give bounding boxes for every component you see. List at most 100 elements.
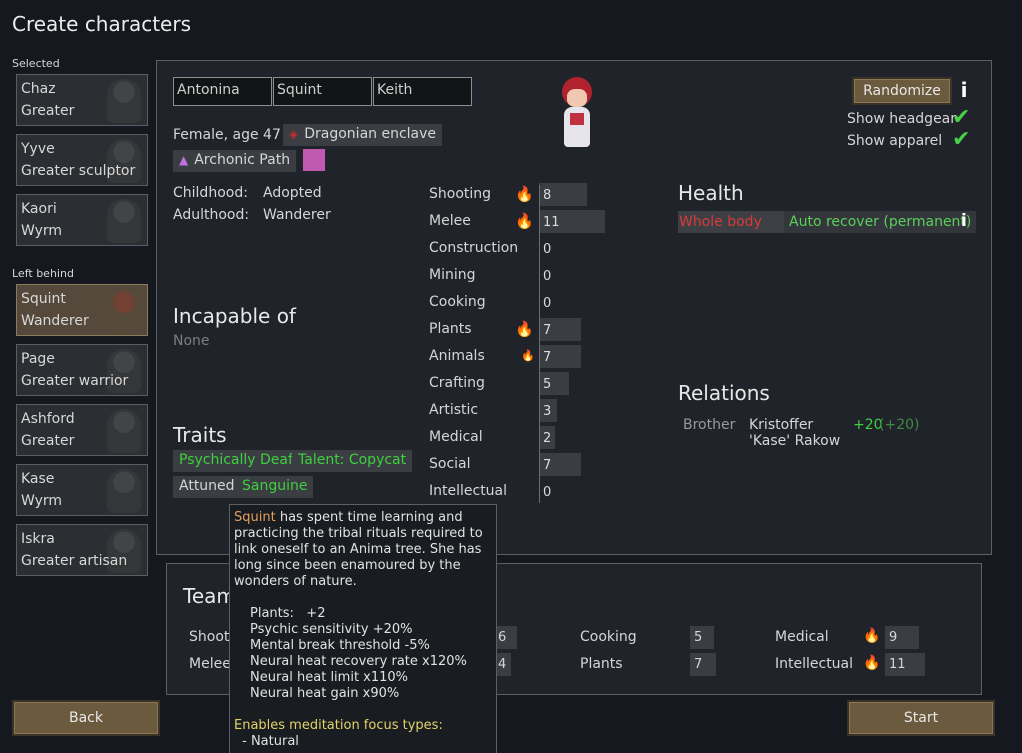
pawn-name: Squint — [21, 291, 66, 307]
incapable-title: Incapable of — [173, 304, 296, 328]
skill-name: Social — [429, 456, 471, 472]
tooltip-effect: Neural heat recovery rate x120% — [250, 654, 467, 669]
team-skill-value: 4 — [495, 653, 511, 676]
passion-major-icon: 🔥 — [515, 185, 534, 203]
tooltip-effect: Mental break threshold -5% — [250, 638, 430, 653]
skill-row[interactable]: Mining 0 — [429, 264, 629, 288]
skill-name: Cooking — [429, 294, 486, 310]
passion-minor-icon: 🔥 — [521, 349, 535, 362]
skill-row[interactable]: Artistic 3 — [429, 399, 629, 423]
team-skill-value: 7 — [690, 653, 716, 676]
tooltip-description: Squint has spent time learning and pract… — [234, 510, 492, 590]
skill-name: Shooting — [429, 186, 492, 202]
trait-chip[interactable]: Talent: Copycat — [292, 450, 413, 472]
passion-major-icon: 🔥 — [863, 655, 881, 671]
pawn-title: Greater warrior — [21, 373, 129, 389]
trait-chip[interactable]: Psychically Deaf — [173, 450, 299, 472]
skill-row[interactable]: Intellectual 0 — [429, 480, 629, 504]
skill-row[interactable]: Crafting 5 — [429, 372, 629, 396]
childhood-label: Childhood: — [173, 185, 248, 201]
left-behind-pawn-card[interactable]: Iskra Greater artisan — [16, 524, 148, 576]
pawn-name: Yyve — [21, 141, 55, 157]
left-behind-pawn-card[interactable]: Kase Wyrm — [16, 464, 148, 516]
skill-row[interactable]: Plants 🔥 7 — [429, 318, 629, 342]
first-name-field[interactable]: Antonina — [173, 77, 272, 106]
skill-row[interactable]: Melee 🔥 11 — [429, 210, 629, 234]
selected-pawn-card[interactable]: Chaz Greater — [16, 74, 148, 126]
show-headgear-label: Show headgear — [847, 111, 957, 127]
team-skill-name: Cooking — [580, 629, 637, 645]
page-title: Create characters — [12, 12, 192, 36]
pawn-title: Wanderer — [21, 313, 89, 329]
adulthood-value[interactable]: Wanderer — [263, 207, 331, 223]
incapable-value: None — [173, 333, 210, 349]
info-icon[interactable]: i — [957, 78, 971, 102]
pawn-title: Greater — [21, 103, 75, 119]
skill-row[interactable]: Cooking 0 — [429, 291, 629, 315]
ideology-label: Archonic Path — [194, 152, 291, 168]
adulthood-label: Adulthood: — [173, 207, 250, 223]
skill-name: Crafting — [429, 375, 485, 391]
relation-name[interactable]: Kristoffer 'Kase' Rakow — [749, 417, 853, 449]
tooltip-effects: Plants: +2 Psychic sensitivity +20% Ment… — [234, 606, 492, 702]
start-button[interactable]: Start — [847, 700, 995, 736]
skill-name: Mining — [429, 267, 476, 283]
skill-name: Plants — [429, 321, 472, 337]
tooltip-effect: Neural heat limit x110% — [250, 670, 409, 685]
skill-name: Artistic — [429, 402, 479, 418]
skill-value: 0 — [543, 485, 552, 500]
selected-pawn-card[interactable]: Kaori Wyrm — [16, 194, 148, 246]
nickname-field[interactable]: Squint — [273, 77, 372, 106]
skill-row[interactable]: Construction 0 — [429, 237, 629, 261]
left-behind-section-label: Left behind — [12, 267, 74, 280]
tooltip-effect: Neural heat gain x90% — [250, 686, 400, 701]
traits-title: Traits — [173, 423, 227, 447]
trait-chip[interactable]: Sanguine — [236, 476, 314, 498]
ideology-chip[interactable]: ▲ Archonic Path — [173, 150, 297, 172]
team-title: Team — [183, 584, 236, 608]
left-behind-pawn-card[interactable]: Ashford Greater — [16, 404, 148, 456]
pawn-title: Greater artisan — [21, 553, 128, 569]
selected-section-label: Selected — [12, 57, 60, 70]
team-skill-name: Plants — [580, 656, 623, 672]
skill-row[interactable]: Animals 🔥 7 — [429, 345, 629, 369]
health-condition: Auto recover (permanent) — [789, 214, 972, 230]
skill-row[interactable]: Shooting 🔥 8 — [429, 183, 629, 207]
left-behind-pawn-card[interactable]: Page Greater warrior — [16, 344, 148, 396]
health-row[interactable]: Whole body Auto recover (permanent) i — [678, 211, 976, 233]
skill-value: 7 — [543, 323, 552, 338]
skill-name: Animals — [429, 348, 485, 364]
ideology-color-swatch[interactable] — [303, 149, 325, 171]
skill-value: 11 — [543, 215, 560, 230]
team-skill-value: 9 — [885, 626, 919, 649]
randomize-button[interactable]: Randomize — [852, 77, 952, 105]
gender-age-label: Female, age 47 — [173, 127, 281, 143]
left-behind-pawn-card[interactable]: Squint Wanderer — [16, 284, 148, 336]
skill-row[interactable]: Medical 2 — [429, 426, 629, 450]
trait-chip[interactable]: Attuned — [173, 476, 241, 498]
character-portrait — [550, 73, 606, 157]
last-name-field[interactable]: Keith — [373, 77, 472, 106]
skill-value: 0 — [543, 242, 552, 257]
skill-name: Melee — [429, 213, 471, 229]
selected-pawn-card[interactable]: Yyve Greater sculptor — [16, 134, 148, 186]
faction-chip[interactable]: ◈ Dragonian enclave — [283, 124, 443, 146]
childhood-value[interactable]: Adopted — [263, 185, 322, 201]
team-skill-name: Medical — [775, 629, 829, 645]
skill-row[interactable]: Social 7 — [429, 453, 629, 477]
skill-value: 3 — [543, 404, 552, 419]
info-icon[interactable]: i — [961, 211, 967, 231]
skill-value: 0 — [543, 269, 552, 284]
tooltip-pawn-name: Squint — [234, 510, 276, 525]
show-apparel-checkbox[interactable]: ✔ — [952, 127, 970, 152]
team-skill-value: 11 — [885, 653, 925, 676]
tooltip-focus-title: Enables meditation focus types: — [234, 718, 443, 733]
tooltip-effect: Psychic sensitivity +20% — [250, 622, 413, 637]
back-button[interactable]: Back — [12, 700, 160, 736]
passion-major-icon: 🔥 — [515, 212, 534, 230]
passion-major-icon: 🔥 — [863, 628, 881, 644]
character-panel: Antonina Squint Keith Female, age 47 ◈ Dr… — [156, 60, 992, 555]
pawn-name: Chaz — [21, 81, 56, 97]
pawn-title: Greater — [21, 433, 75, 449]
skill-value: 5 — [543, 377, 552, 392]
